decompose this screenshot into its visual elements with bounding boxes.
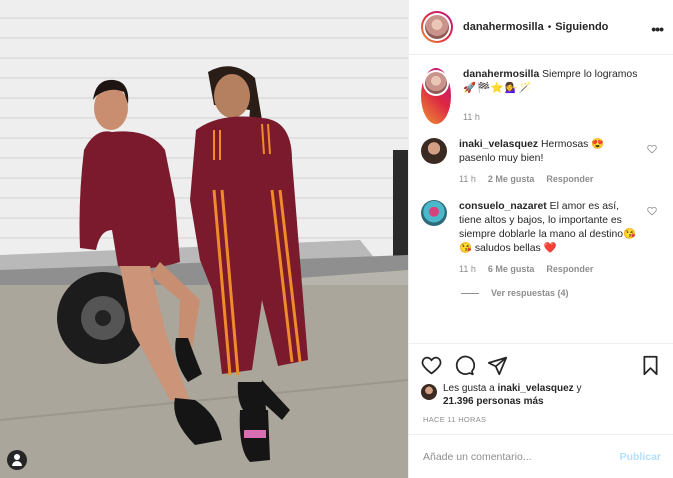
like-comment-heart-icon[interactable]: [647, 206, 657, 216]
post-actions: Les gusta a inaki_velasquez y 21.396 per…: [409, 343, 673, 413]
comment-row: consuelo_nazaret El amor es así, tiene a…: [421, 200, 659, 276]
post-time-ago[interactable]: HACE 11 HORAS: [423, 415, 486, 424]
liker-avatar[interactable]: [421, 384, 437, 400]
author-avatar[interactable]: [425, 15, 449, 39]
caption-username[interactable]: danahermosilla: [463, 69, 539, 80]
reply-button[interactable]: Responder: [546, 172, 593, 186]
post-header: danahermosilla • Siguiendo •••: [409, 0, 673, 55]
publish-button[interactable]: Publicar: [620, 451, 661, 463]
likes-summary: Les gusta a inaki_velasquez y 21.396 per…: [421, 382, 661, 408]
view-replies-label: Ver respuestas (4): [491, 288, 569, 298]
view-replies-button[interactable]: Ver respuestas (4): [461, 288, 659, 298]
caption-text: Siempre lo logramos: [542, 69, 638, 80]
like-comment-heart-icon[interactable]: [647, 144, 657, 154]
likes-conj: y: [576, 383, 582, 394]
following-button[interactable]: Siguiendo: [555, 21, 608, 33]
add-comment-bar: Publicar: [409, 434, 673, 478]
liker-username[interactable]: inaki_velasquez: [498, 383, 574, 394]
post-photo[interactable]: [0, 0, 408, 478]
comment-bubble-icon[interactable]: [454, 355, 475, 376]
post-side-panel: danahermosilla • Siguiendo ••• danahermo…: [408, 0, 673, 478]
author-avatar-ring[interactable]: [421, 11, 453, 43]
comment-likes[interactable]: 2 Me gusta: [488, 172, 535, 186]
save-bookmark-icon[interactable]: [640, 355, 661, 376]
comment-likes[interactable]: 6 Me gusta: [488, 262, 535, 276]
more-options-icon[interactable]: •••: [651, 21, 664, 37]
commenter-avatar[interactable]: [421, 200, 447, 226]
likes-prefix: Les gusta a: [443, 383, 495, 394]
commenter-username[interactable]: inaki_velasquez: [459, 139, 538, 150]
commenter-username[interactable]: consuelo_nazaret: [459, 201, 547, 212]
comment-time[interactable]: 11 h: [459, 172, 476, 186]
caption-avatar-ring[interactable]: [421, 68, 451, 124]
replies-divider: [461, 292, 479, 294]
like-heart-icon[interactable]: [421, 355, 442, 376]
separator-dot: •: [547, 21, 552, 33]
commenter-avatar[interactable]: [421, 138, 447, 164]
caption-emojis: 🚀🏁⭐💁‍♀️🪄: [463, 83, 533, 94]
photo-image: [0, 0, 408, 478]
caption-avatar[interactable]: [425, 72, 447, 94]
author-username[interactable]: danahermosilla: [463, 21, 544, 33]
comment-time[interactable]: 11 h: [459, 262, 476, 276]
comment-row: inaki_velasquez Hermosas 😍 pasenlo muy b…: [421, 138, 659, 186]
user-tag-icon[interactable]: [7, 450, 27, 470]
likes-count[interactable]: 21.396 personas más: [443, 396, 544, 407]
comments-list[interactable]: danahermosilla Siempre lo logramos 🚀🏁⭐💁‍…: [409, 56, 673, 343]
caption-row: danahermosilla Siempre lo logramos 🚀🏁⭐💁‍…: [421, 68, 659, 124]
caption-time[interactable]: 11 h: [463, 110, 480, 124]
comment-input[interactable]: [423, 450, 620, 463]
share-send-icon[interactable]: [487, 355, 508, 376]
reply-button[interactable]: Responder: [546, 262, 593, 276]
